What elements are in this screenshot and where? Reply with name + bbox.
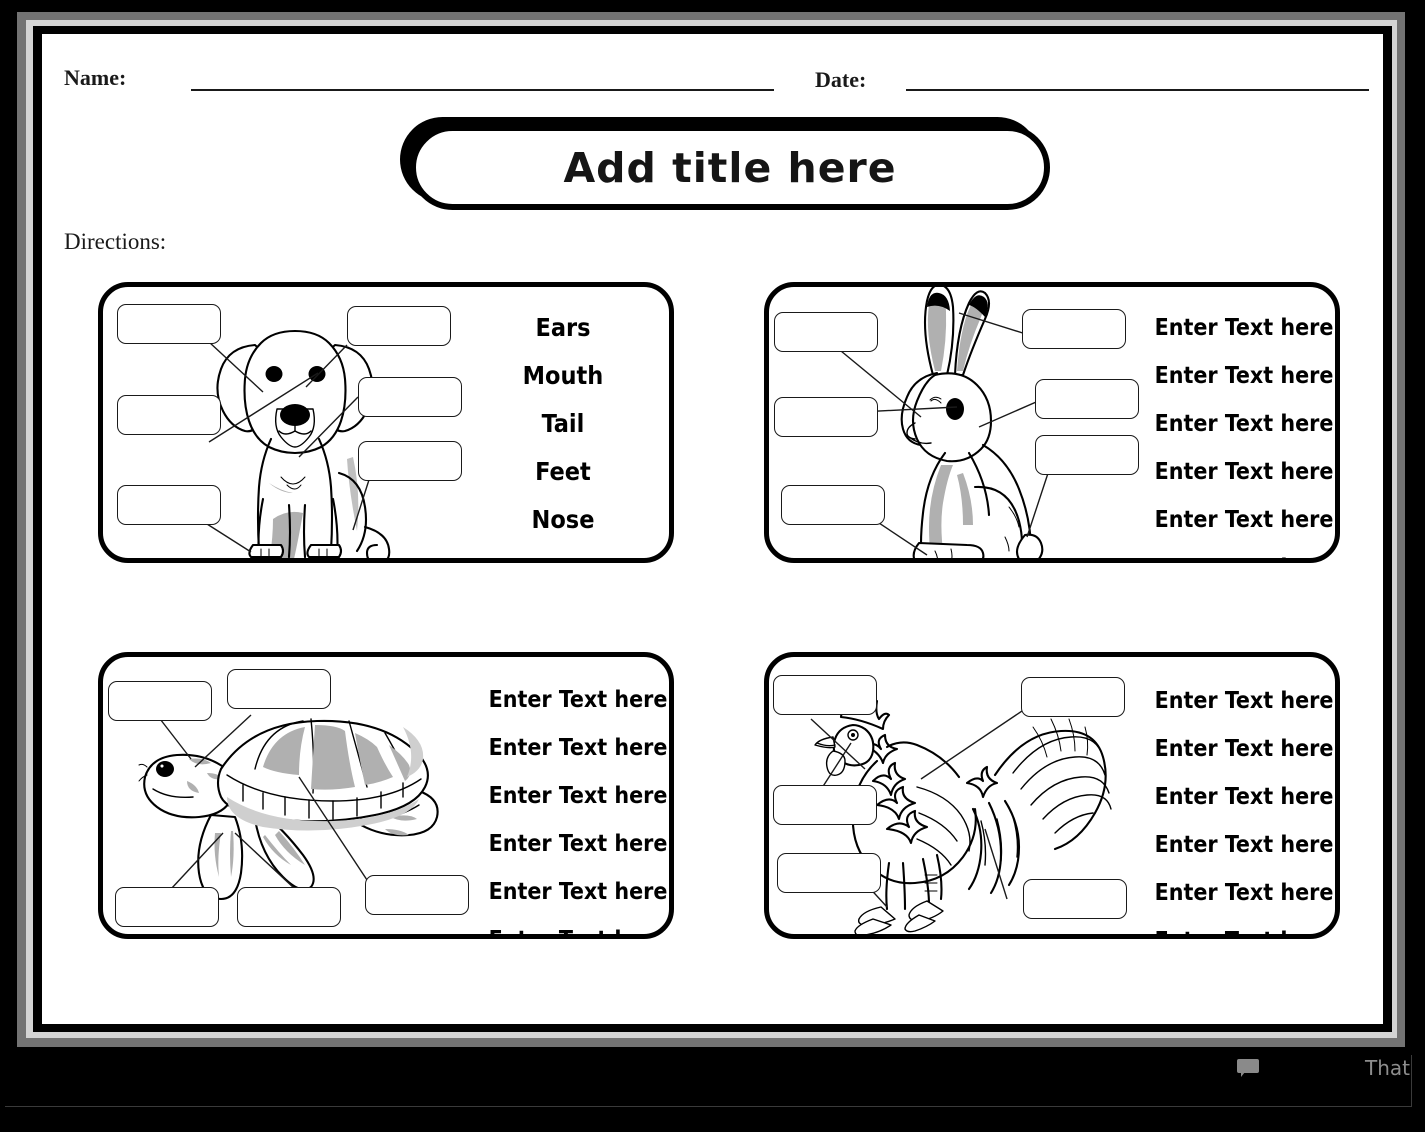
label-box[interactable]: [773, 675, 877, 715]
title-banner-pill[interactable]: Add title here: [410, 125, 1050, 210]
label-box[interactable]: [773, 785, 877, 825]
word-bank-item[interactable]: Enter Text here: [1154, 869, 1334, 917]
word-bank-item[interactable]: Enter Text here: [1154, 725, 1334, 773]
label-box[interactable]: [115, 887, 219, 927]
word-bank-item[interactable]: Enter Text here: [1154, 544, 1334, 558]
word-bank-item[interactable]: Enter Text here: [488, 820, 668, 868]
bottom-bar-label: That: [1365, 1056, 1410, 1080]
title-text: Add title here: [563, 143, 897, 192]
name-write-line[interactable]: [191, 89, 774, 91]
label-box[interactable]: [117, 304, 221, 344]
word-bank-item[interactable]: Enter Text here: [1154, 773, 1334, 821]
word-bank-rooster: Enter Text here Enter Text here Enter Te…: [1154, 677, 1334, 934]
word-bank-item[interactable]: Fur: [503, 544, 623, 558]
label-box[interactable]: [1035, 379, 1139, 419]
word-bank-item[interactable]: Enter Text here: [1154, 400, 1334, 448]
word-bank-item[interactable]: Tail: [503, 400, 623, 448]
panel-turtle: Enter Text here Enter Text here Enter Te…: [98, 652, 674, 939]
word-bank-item[interactable]: Enter Text here: [488, 772, 668, 820]
label-box[interactable]: [777, 853, 881, 893]
word-bank-item[interactable]: Enter Text here: [488, 676, 668, 724]
word-bank-item[interactable]: Enter Text here: [1154, 917, 1334, 934]
name-label: Name:: [64, 65, 127, 90]
word-bank-turtle: Enter Text here Enter Text here Enter Te…: [488, 676, 668, 934]
label-box[interactable]: [365, 875, 469, 915]
label-box[interactable]: [1021, 677, 1125, 717]
word-bank-item[interactable]: Mouth: [503, 352, 623, 400]
worksheet-page: Name: Date: Add title here Directions: E…: [42, 34, 1383, 1024]
word-bank-item[interactable]: Feet: [503, 448, 623, 496]
comment-bubble-tail: [1241, 1072, 1245, 1077]
title-banner[interactable]: Add title here: [400, 117, 1050, 210]
label-box[interactable]: [774, 397, 878, 437]
bottom-toolbar-inner: [5, 1055, 1412, 1107]
word-bank-item[interactable]: Enter Text here: [488, 916, 668, 934]
label-box[interactable]: [117, 485, 221, 525]
label-box[interactable]: [781, 485, 885, 525]
word-bank-item[interactable]: Nose: [503, 496, 623, 544]
word-bank-item[interactable]: Enter Text here: [488, 868, 668, 916]
word-bank-item[interactable]: Enter Text here: [1154, 496, 1334, 544]
label-box[interactable]: [108, 681, 212, 721]
word-bank-item[interactable]: Enter Text here: [1154, 677, 1334, 725]
label-box[interactable]: [1022, 309, 1126, 349]
panel-dog: Ears Mouth Tail Feet Nose Fur: [98, 282, 674, 563]
label-box[interactable]: [237, 887, 341, 927]
label-box[interactable]: [358, 441, 462, 481]
label-box[interactable]: [347, 306, 451, 346]
date-label: Date:: [815, 67, 867, 92]
word-bank-rabbit: Enter Text here Enter Text here Enter Te…: [1154, 304, 1334, 558]
label-box[interactable]: [117, 395, 221, 435]
label-box[interactable]: [1035, 435, 1139, 475]
panel-rabbit: Enter Text here Enter Text here Enter Te…: [764, 282, 1340, 563]
directions-label: Directions:: [64, 229, 167, 254]
date-write-line[interactable]: [906, 89, 1369, 91]
word-bank-item[interactable]: Enter Text here: [1154, 352, 1334, 400]
word-bank-dog: Ears Mouth Tail Feet Nose Fur: [503, 304, 623, 558]
word-bank-item[interactable]: Enter Text here: [488, 724, 668, 772]
label-box[interactable]: [227, 669, 331, 709]
comment-bubble-body: [1237, 1059, 1259, 1073]
word-bank-item[interactable]: Enter Text here: [1154, 448, 1334, 496]
word-bank-item[interactable]: Enter Text here: [1154, 304, 1334, 352]
label-box[interactable]: [358, 377, 462, 417]
word-bank-item[interactable]: Ears: [503, 304, 623, 352]
comment-bubble-icon[interactable]: [1237, 1059, 1259, 1077]
panel-rooster: Enter Text here Enter Text here Enter Te…: [764, 652, 1340, 939]
label-box[interactable]: [1023, 879, 1127, 919]
label-box[interactable]: [774, 312, 878, 352]
word-bank-item[interactable]: Enter Text here: [1154, 821, 1334, 869]
